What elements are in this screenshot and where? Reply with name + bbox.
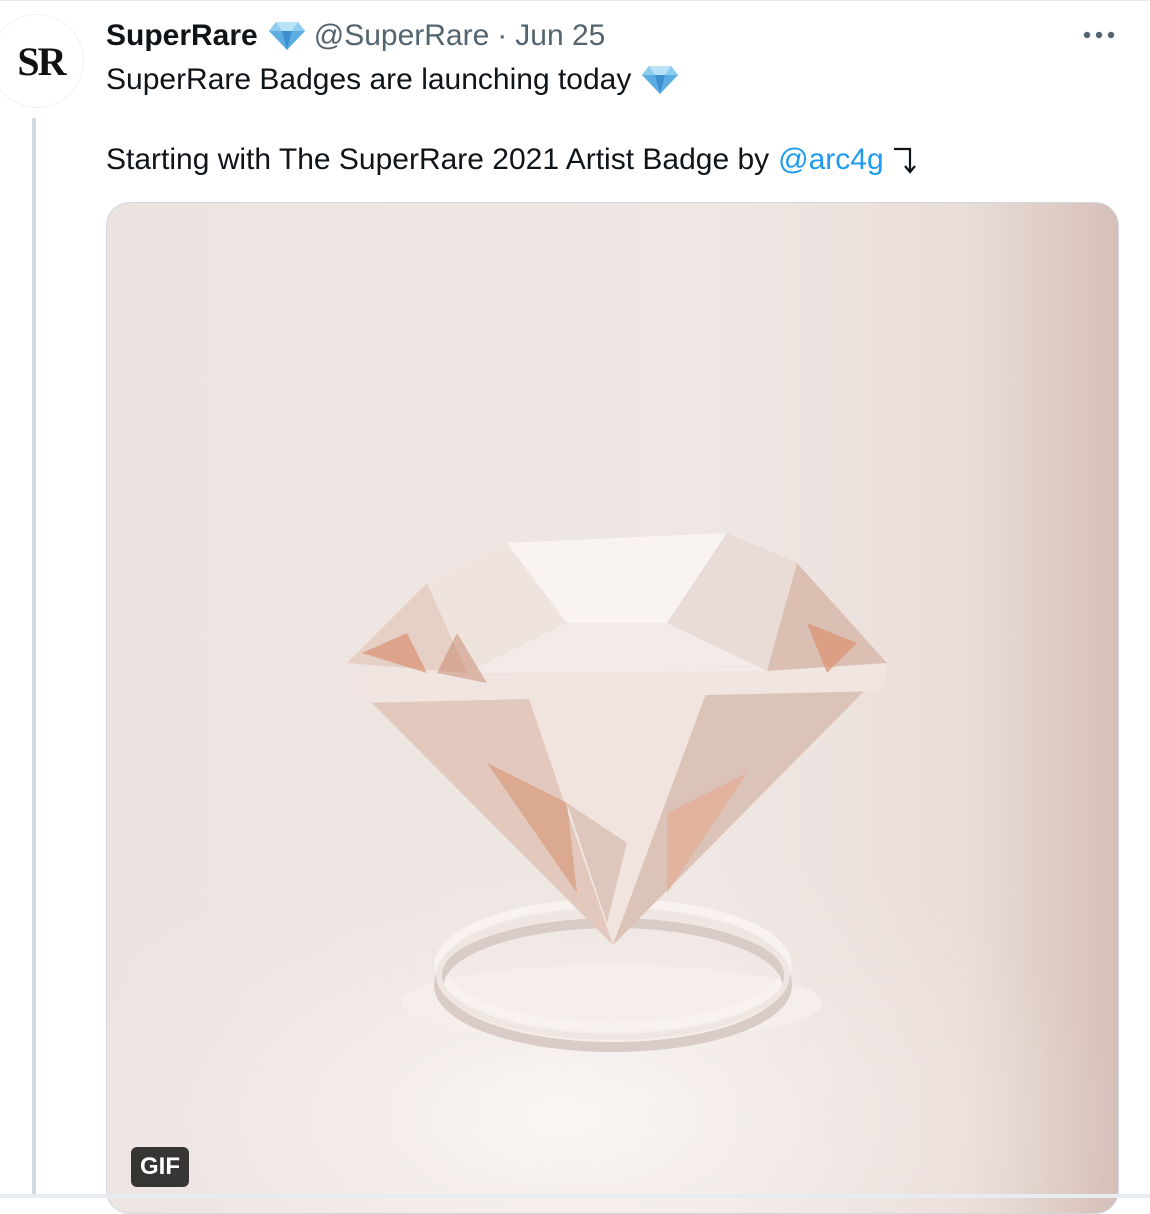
diamond-illustration <box>107 533 1118 1213</box>
more-horizontal-icon <box>1083 31 1115 39</box>
tweet-header: SuperRare @SuperRare · Jun 25 <box>106 16 605 56</box>
mention-link[interactable]: @arc4g <box>778 143 884 177</box>
display-name[interactable]: SuperRare <box>106 19 258 53</box>
gem-emoji-icon <box>268 21 306 51</box>
avatar[interactable]: SR <box>0 14 84 108</box>
separator-dot: · <box>497 19 508 52</box>
tweet-text-announcement: SuperRare Badges are launching today <box>106 63 632 96</box>
bottom-divider <box>0 1194 1150 1198</box>
gif-badge: GIF <box>131 1147 189 1187</box>
tweet-date[interactable]: Jun 25 <box>515 19 605 53</box>
tweet-text-line-2: Starting with The SuperRare 2021 Artist … <box>106 140 918 180</box>
tweet-text-starting: Starting with The SuperRare 2021 Artist … <box>106 143 770 176</box>
user-handle[interactable]: @SuperRare <box>314 19 490 53</box>
gem-emoji-icon <box>641 65 679 95</box>
thread-connector-line <box>32 118 36 1194</box>
tweet-media-gif[interactable]: GIF <box>106 202 1119 1214</box>
tweet-text-line-1: SuperRare Badges are launching today <box>106 60 679 100</box>
top-divider <box>0 0 1150 1</box>
down-right-arrow-icon <box>892 145 918 175</box>
avatar-monogram: SR <box>17 38 66 84</box>
more-options-button[interactable] <box>1076 18 1122 52</box>
